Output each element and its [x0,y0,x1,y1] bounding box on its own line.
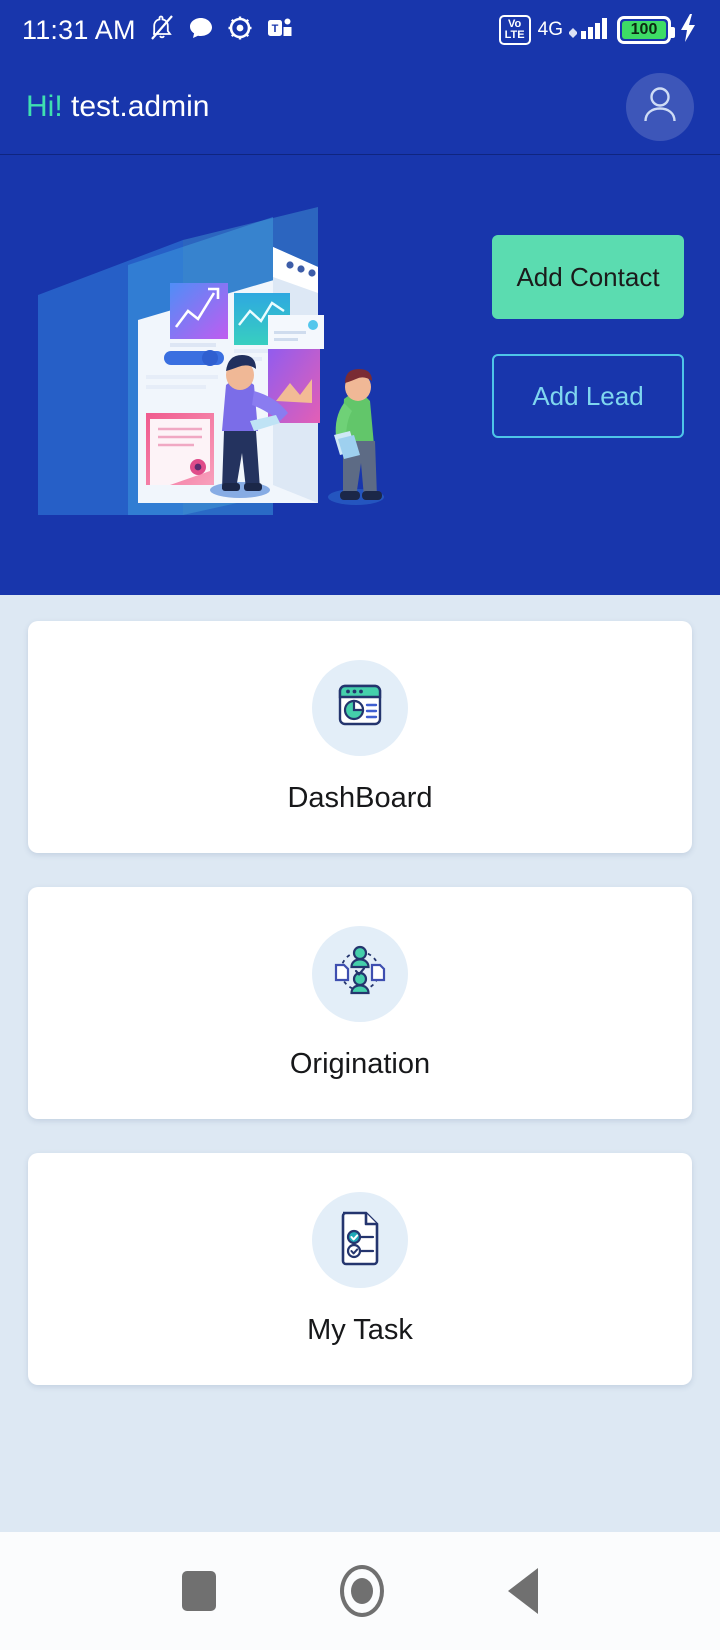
greeting-prefix: Hi! [26,90,63,123]
my-task-icon-circle [312,1191,408,1288]
menu-card-dashboard[interactable]: DashBoard [28,621,692,853]
menu-card-my-task[interactable]: My Task [28,1153,692,1385]
gear-icon [227,15,253,46]
avatar[interactable] [626,73,694,141]
menu-card-label: DashBoard [287,781,433,814]
svg-text:T: T [271,23,278,35]
greeting-text: Hi! test.admin [26,90,209,124]
chat-bubble-icon [188,16,214,45]
dashboard-icon-circle [312,659,408,756]
battery-percent-label: 100 [630,21,658,38]
add-lead-button[interactable]: Add Lead [492,354,684,438]
add-contact-button[interactable]: Add Contact [492,235,684,319]
hero-banner: Add Contact Add Lead [0,155,720,595]
user-avatar-icon [639,83,681,132]
teams-icon: T [266,16,294,45]
back-triangle-icon[interactable] [508,1568,538,1614]
username-label: test.admin [71,90,210,123]
status-bar-right: Vo LTE 4G 100 [498,13,698,48]
status-bar: 11:31 AM T Vo LTE 4G 100 [0,0,720,60]
home-circle-icon[interactable] [340,1565,384,1617]
volte-icon: Vo LTE [498,15,531,45]
origination-icon-circle [312,925,408,1022]
hero-action-buttons: Add Contact Add Lead [492,235,684,438]
origination-network-icon [331,942,389,1005]
charging-bolt-icon [678,13,698,48]
menu-card-label: My Task [307,1313,413,1346]
android-nav-bar [0,1532,720,1650]
status-time: 11:31 AM [22,14,136,45]
battery-icon: 100 [617,16,675,44]
dashboard-pie-window-icon [332,677,388,738]
menu-card-list: DashBoard Origination My Task [0,595,720,1385]
app-header: Hi! test.admin [0,60,720,155]
notification-silenced-icon [149,14,175,47]
task-checklist-document-icon [334,1208,386,1271]
menu-card-label: Origination [289,1047,431,1080]
network-type-label: 4G [537,19,563,40]
crm-dashboard-illustration [18,185,408,520]
recents-square-icon[interactable] [182,1571,216,1611]
status-bar-left: 11:31 AM T [22,14,294,47]
menu-card-origination[interactable]: Origination [28,887,692,1119]
signal-bars-icon [568,14,610,47]
